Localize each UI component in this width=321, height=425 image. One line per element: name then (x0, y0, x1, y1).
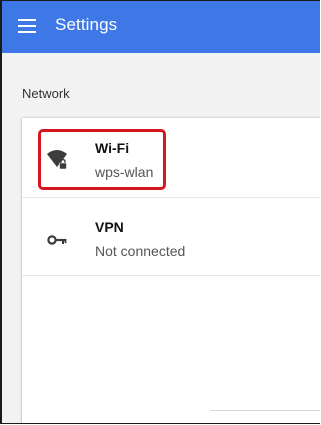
page-title: Settings (55, 15, 118, 34)
settings-header: Settings (2, 1, 320, 53)
network-section-label: Network (22, 86, 70, 101)
hamburger-menu-icon[interactable] (18, 19, 36, 33)
bottom-divider (210, 410, 320, 411)
vpn-title: VPN (95, 219, 124, 235)
vpn-text: VPN Not connected (95, 218, 185, 260)
wifi-row[interactable]: Wi-Fi wps-wlan (22, 118, 320, 196)
wifi-text: Wi-Fi wps-wlan (95, 139, 153, 181)
wifi-locked-icon (47, 150, 67, 170)
wifi-title: Wi-Fi (95, 140, 130, 156)
wifi-network-name: wps-wlan (95, 164, 154, 180)
network-card: Wi-Fi wps-wlan VPN Not connected (22, 118, 320, 423)
settings-window: Settings Network Wi-Fi wps-wlan VPN Not … (0, 0, 320, 424)
key-icon (47, 235, 67, 245)
vpn-status: Not connected (95, 243, 186, 259)
row-divider (22, 275, 320, 276)
vpn-row[interactable]: VPN Not connected (22, 198, 320, 276)
